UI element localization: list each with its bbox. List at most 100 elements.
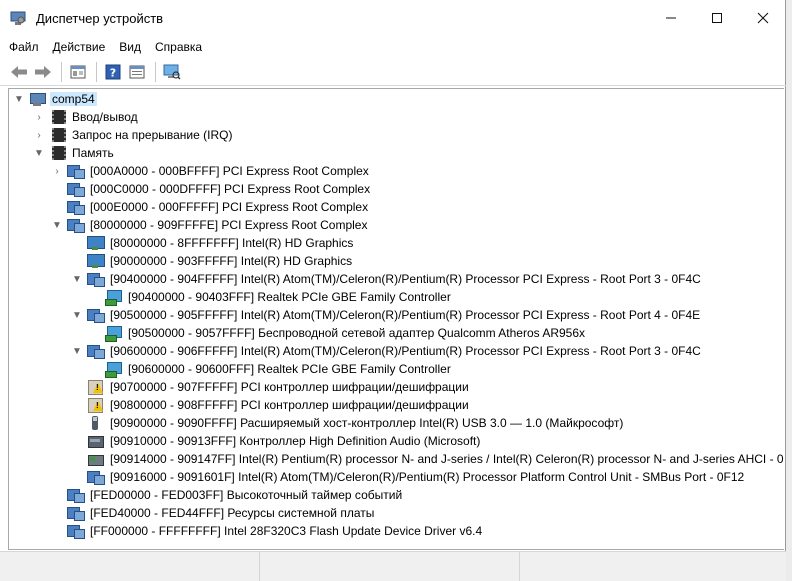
display-adapter-icon [87,253,105,269]
device-tree[interactable]: ▼ comp54 › Ввод/вывод › Запрос на прерыв… [8,88,784,550]
tree-node-label[interactable]: [90500000 - 905FFFFF] Intel(R) Atom(TM)/… [108,308,702,322]
network-adapter-icon [105,325,122,342]
tree-node-label[interactable]: [90916000 - 9091601F] Intel(R) Atom(TM)/… [108,470,746,484]
chevron-down-icon[interactable]: ▼ [71,306,83,324]
tree-node[interactable]: [90600000 - 90600FFF] Realtek PCIe GBE F… [89,360,453,378]
tree-node[interactable]: [FF000000 - FFFFFFFF] Intel 28F320C3 Fla… [51,522,484,540]
system-device-icon [67,487,85,503]
tree-node[interactable]: ▼ [90500000 - 905FFFFF] Intel(R) Atom(TM… [71,306,702,324]
tree-node[interactable]: ▼ [80000000 - 909FFFFE] PCI Express Root… [51,216,369,234]
tree-node[interactable]: ▼ [90600000 - 906FFFFF] Intel(R) Atom(TM… [71,342,703,360]
tree-root[interactable]: ▼ comp54 [13,90,97,108]
window-title: Диспетчер устройств [36,10,164,26]
forward-button[interactable] [32,61,54,83]
menu-view[interactable]: Вид [119,40,141,54]
help-button[interactable]: ? [102,61,124,83]
tree-node-label[interactable]: [80000000 - 8FFFFFFF] Intel(R) HD Graphi… [108,236,355,250]
tree-node-label[interactable]: comp54 [50,92,97,106]
tree-node-label[interactable]: [000E0000 - 000FFFFF] PCI Express Root C… [88,200,370,214]
tree-node-label[interactable]: [90600000 - 906FFFFF] Intel(R) Atom(TM)/… [108,344,703,358]
system-device-icon [87,307,105,323]
close-button[interactable] [740,0,786,36]
tree-node-label[interactable]: [90700000 - 907FFFFF] PCI контроллер шиф… [108,380,471,394]
system-device-icon [87,469,105,485]
tree-node[interactable]: [90400000 - 90403FFF] Realtek PCIe GBE F… [89,288,453,306]
tree-node[interactable]: [000C0000 - 000DFFFF] PCI Express Root C… [51,180,372,198]
tree-node-label[interactable]: [90000000 - 903FFFFF] Intel(R) HD Graphi… [108,254,354,268]
tree-node[interactable]: [90910000 - 90913FFF] Контроллер High De… [71,432,482,450]
chevron-down-icon[interactable]: ▼ [71,342,83,360]
chevron-down-icon[interactable]: ▼ [71,270,83,288]
device-manager-window: Диспетчер устройств Файл Действие Вид Сп… [0,0,786,581]
tree-node-label[interactable]: [90600000 - 90600FFF] Realtek PCIe GBE F… [126,362,453,376]
tree-node[interactable]: [90500000 - 9057FFFF] Беспроводной сетев… [89,324,587,342]
warning-device-icon [87,397,103,413]
system-device-icon [87,271,105,287]
maximize-button[interactable] [694,0,740,36]
status-cell [520,552,786,581]
tree-node[interactable]: › Ввод/вывод [33,108,140,126]
tree-node[interactable]: [90700000 - 907FFFFF] PCI контроллер шиф… [71,378,471,396]
tree-node[interactable]: › Запрос на прерывание (IRQ) [33,126,234,144]
tree-node-label[interactable]: [90500000 - 9057FFFF] Беспроводной сетев… [126,326,587,340]
tree-node-label[interactable]: Память [70,146,116,160]
status-bar [0,551,786,581]
properties-button[interactable] [67,61,89,83]
warning-device-icon [87,379,103,395]
chevron-right-icon[interactable]: › [51,162,63,180]
tree-node-label[interactable]: [FF000000 - FFFFFFFF] Intel 28F320C3 Fla… [88,524,484,538]
tree-node[interactable]: [FED40000 - FED44FFF] Ресурсы системной … [51,504,376,522]
toolbar-separator [155,61,156,82]
chevron-down-icon[interactable]: ▼ [33,144,45,162]
tree-node-label[interactable]: [80000000 - 909FFFFE] PCI Express Root C… [88,218,369,232]
tree-node-label[interactable]: [000C0000 - 000DFFFF] PCI Express Root C… [88,182,372,196]
tree-node[interactable]: › [000A0000 - 000BFFFF] PCI Express Root… [51,162,371,180]
tree-node-label[interactable]: Ввод/вывод [70,110,140,124]
storage-controller-icon [87,451,104,467]
chevron-down-icon[interactable]: ▼ [51,216,63,234]
tree-node[interactable]: [90914000 - 909147FF] Intel(R) Pentium(R… [71,450,784,468]
minimize-button[interactable] [648,0,694,36]
computer-icon [29,91,46,107]
tree-node-label[interactable]: [90400000 - 904FFFFF] Intel(R) Atom(TM)/… [108,272,703,286]
device-manager-icon [10,10,26,26]
tree-node[interactable]: ▼ Память [33,144,116,162]
toolbar-separator [61,61,62,82]
svg-text:?: ? [110,66,116,79]
menu-help[interactable]: Справка [155,40,202,54]
menu-file[interactable]: Файл [9,40,39,54]
tree-node-label[interactable]: [FED40000 - FED44FFF] Ресурсы системной … [88,506,376,520]
help-icon: ? [105,64,121,79]
tree-node-label[interactable]: [90900000 - 9090FFFF] Расширяемый хост-к… [108,416,625,430]
tree-node-label[interactable]: [000A0000 - 000BFFFF] PCI Express Root C… [88,164,371,178]
tree-node-label[interactable]: [FED00000 - FED003FF] Высокоточный тайме… [88,488,404,502]
scan-hardware-button[interactable] [161,61,183,83]
tree-node-label[interactable]: Запрос на прерывание (IRQ) [70,128,234,142]
back-button[interactable] [8,61,30,83]
show-hidden-icon [129,65,145,78]
tree-node[interactable]: [90800000 - 908FFFFF] PCI контроллер шиф… [71,396,471,414]
menu-action[interactable]: Действие [53,40,106,54]
title-bar[interactable]: Диспетчер устройств [0,0,786,36]
tree-node-label[interactable]: [90914000 - 909147FF] Intel(R) Pentium(R… [108,452,784,466]
show-hidden-button[interactable] [126,61,148,83]
tree-node-label[interactable]: [90910000 - 90913FFF] Контроллер High De… [108,434,482,448]
audio-device-icon [87,433,104,449]
tree-node[interactable]: [80000000 - 8FFFFFFF] Intel(R) HD Graphi… [71,234,355,252]
tree-node-label[interactable]: [90800000 - 908FFFFF] PCI контроллер шиф… [108,398,471,412]
tree-node[interactable]: [90000000 - 903FFFFF] Intel(R) HD Graphi… [71,252,354,270]
tree-node[interactable]: [90900000 - 9090FFFF] Расширяемый хост-к… [71,414,625,432]
toolbar-separator [96,61,97,82]
tree-node[interactable]: [FED00000 - FED003FF] Высокоточный тайме… [51,486,404,504]
display-adapter-icon [87,235,105,251]
tree-node[interactable]: [000E0000 - 000FFFFF] PCI Express Root C… [51,198,370,216]
tree-node[interactable]: [90916000 - 9091601F] Intel(R) Atom(TM)/… [71,468,746,486]
scan-hardware-icon [163,64,181,79]
tree-node-label[interactable]: [90400000 - 90403FFF] Realtek PCIe GBE F… [126,290,453,304]
tree-node[interactable]: ▼ [90400000 - 904FFFFF] Intel(R) Atom(TM… [71,270,703,288]
chevron-right-icon[interactable]: › [33,126,45,144]
chevron-down-icon[interactable]: ▼ [13,90,25,108]
chevron-right-icon[interactable]: › [33,108,45,126]
